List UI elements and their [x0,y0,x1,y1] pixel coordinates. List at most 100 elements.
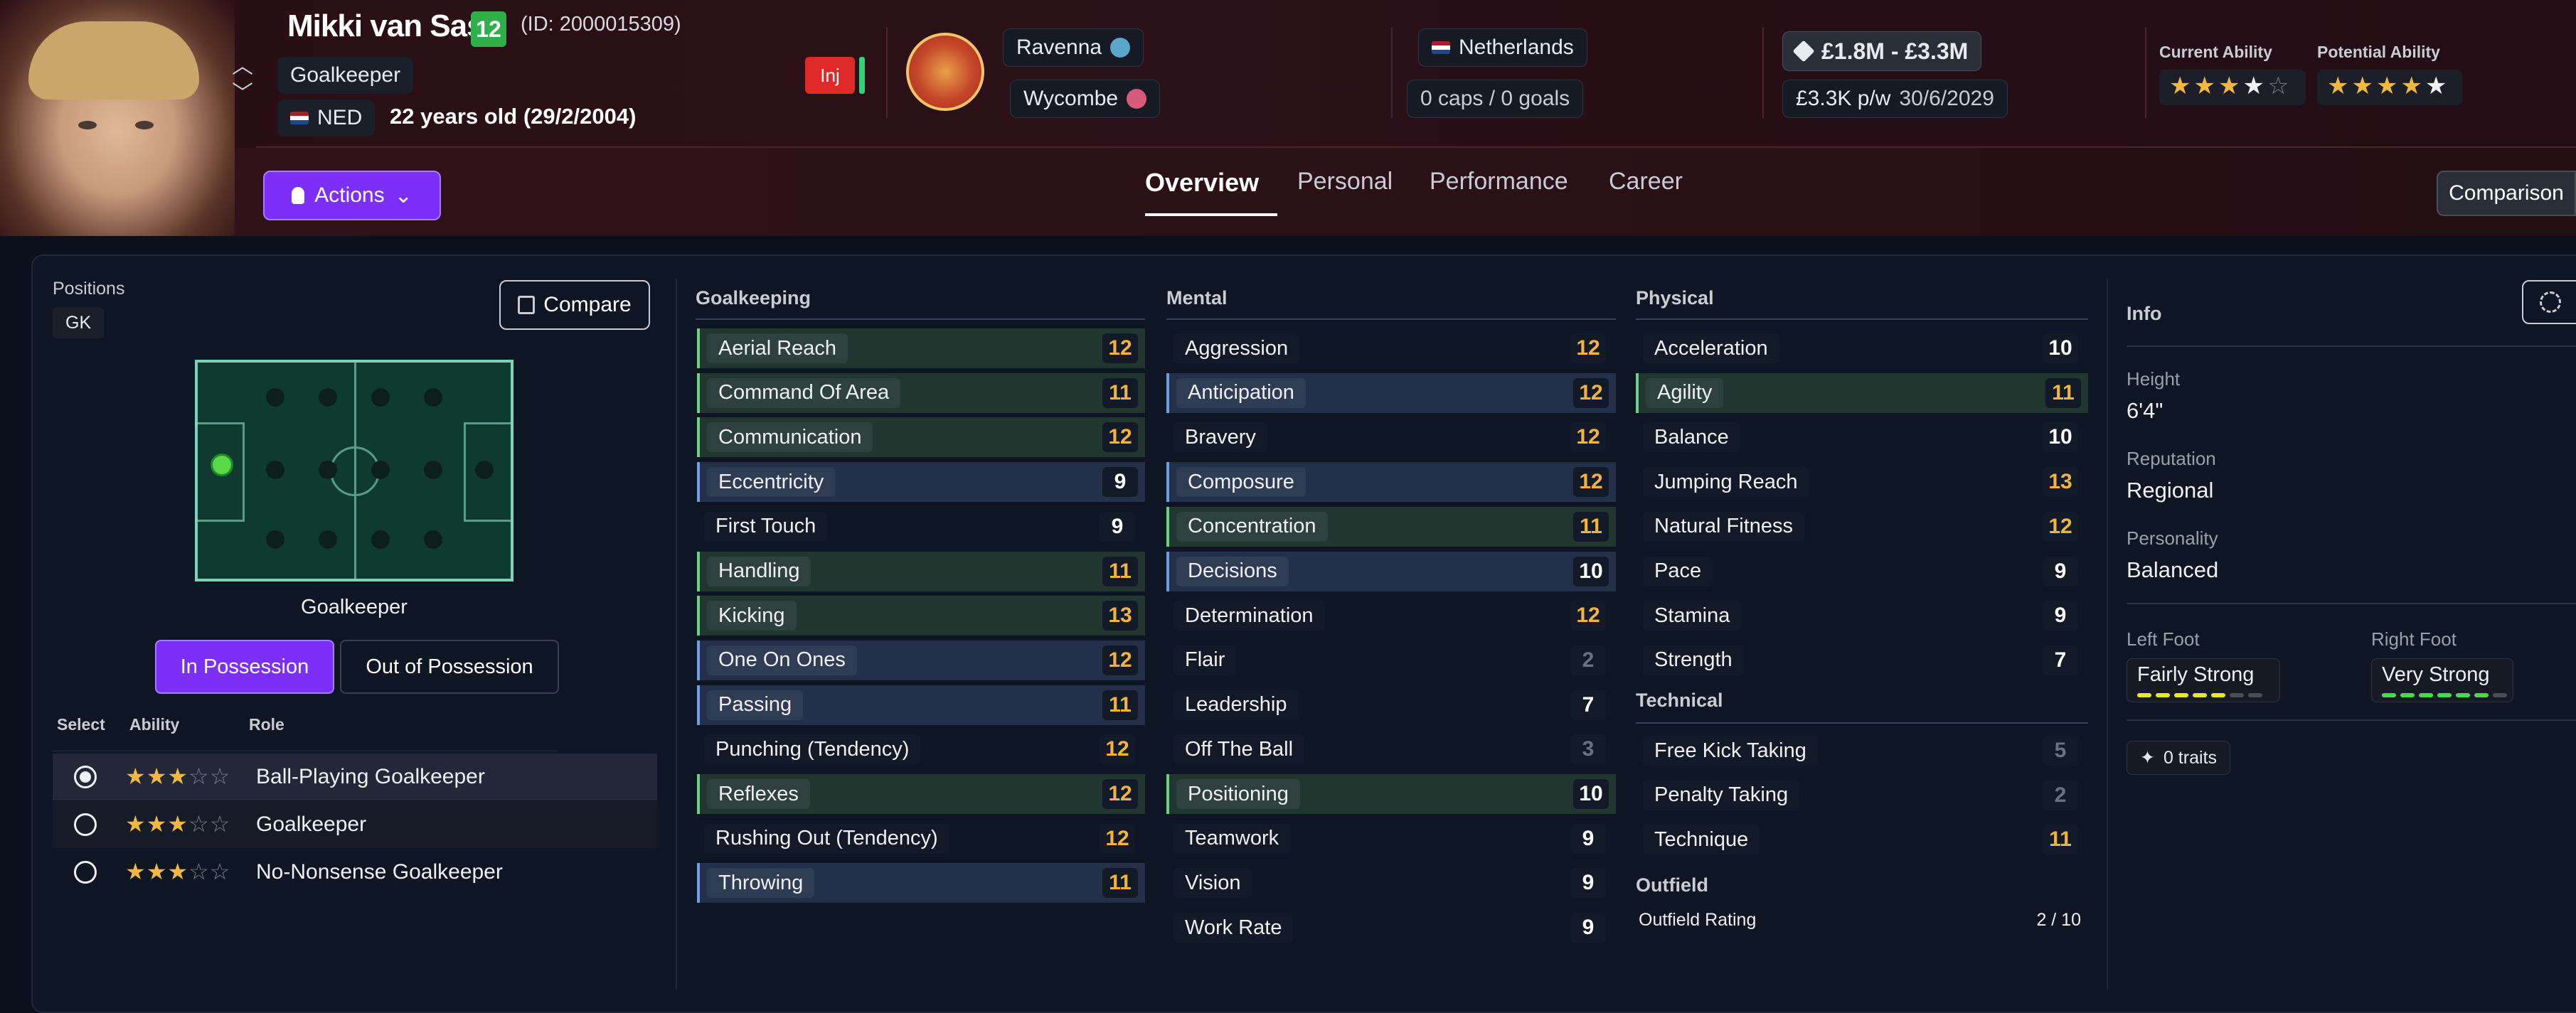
technical-attr-row[interactable]: Free Kick Taking 5 [1636,731,2088,771]
goalkeeping-attr-row[interactable]: Reflexes 12 [697,774,1145,814]
physical-attr-row[interactable]: Pace 9 [1636,552,2088,591]
goalkeeping-attr-row[interactable]: Punching (Tendency) 12 [697,729,1145,769]
mental-attr-row[interactable]: Work Rate 9 [1166,908,1616,948]
pitch-position-dot[interactable] [424,530,442,549]
actions-button[interactable]: Actions ⌄ [263,171,441,220]
info-settings-button[interactable] [2522,280,2576,324]
mental-attr-row[interactable]: Decisions 10 [1166,551,1616,591]
goalkeeping-attr-row[interactable]: Aerial Reach 12 [697,328,1145,368]
outfield-rating-label: Outfield Rating [1639,910,1757,930]
physical-attr-row[interactable]: Strength 7 [1636,641,2088,680]
pitch-position-dot[interactable] [266,530,284,549]
goalkeeping-attr-row[interactable]: Throwing 11 [697,863,1145,904]
mental-attr-row[interactable]: Concentration 11 [1166,506,1616,547]
technical-attr-row[interactable]: Technique 11 [1636,820,2088,859]
tab-overview[interactable]: Overview [1145,168,1259,198]
physical-attr-row[interactable]: Balance 10 [1636,417,2088,457]
physical-attr-row[interactable]: Agility 11 [1636,372,2088,413]
tab-personal[interactable]: Personal [1297,168,1393,195]
goalkeeping-attr-value: 11 [1102,377,1138,408]
club-crest-icon[interactable] [906,33,984,111]
physical-attr-row[interactable]: Natural Fitness 12 [1636,507,2088,547]
pitch-gk-dot-active[interactable] [211,454,233,476]
left-foot-label: Left Foot [2127,628,2200,650]
pitch-position-dot[interactable] [371,461,390,479]
star-icon: ★ [146,859,167,884]
mental-attr-value: 9 [1570,913,1606,943]
physical-attr-row[interactable]: Acceleration 10 [1636,328,2088,368]
physical-attr-row[interactable]: Jumping Reach 13 [1636,462,2088,502]
physical-attr-value: 12 [2043,511,2078,542]
goalkeeping-attr-row[interactable]: Communication 12 [697,417,1145,458]
pitch[interactable] [195,360,513,581]
club-primary-name: Ravenna [1016,36,1102,59]
pitch-position-dot[interactable] [424,388,442,407]
role-row[interactable]: ★ ★ ★ ☆ ☆ No-Nonsense Goalkeeper [53,849,657,896]
mental-attr-row[interactable]: Flair 2 [1166,641,1616,680]
mental-attr-row[interactable]: Vision 9 [1166,863,1616,903]
in-possession-toggle[interactable]: In Possession [155,640,334,694]
pitch-position-dot[interactable] [424,461,442,479]
comparison-button[interactable]: Comparison [2437,171,2576,216]
club-primary-chip[interactable]: Ravenna [1003,28,1144,67]
mental-attr-label: Bravery [1173,422,1267,453]
mental-attr-row[interactable]: Composure 12 [1166,462,1616,503]
pitch-position-dot[interactable] [319,461,337,479]
physical-attr-row[interactable]: Stamina 9 [1636,596,2088,636]
mental-attr-row[interactable]: Off The Ball 3 [1166,729,1616,769]
chevron-down-icon: ⌄ [394,183,413,208]
pitch-position-dot[interactable] [319,388,337,407]
physical-attr-label: Stamina [1643,601,1742,631]
role-radio[interactable] [74,766,97,788]
injury-badge[interactable]: Inj [805,57,855,94]
role-name: No-Nonsense Goalkeeper [256,860,503,884]
mental-attr-row[interactable]: Bravery 12 [1166,417,1616,457]
physical-attr-label: Strength [1643,645,1744,675]
value-chip[interactable]: £1.8M - £3.3M [1782,31,1982,71]
physical-attr-value: 10 [2043,333,2078,363]
mental-attr-row[interactable]: Determination 12 [1166,596,1616,636]
potential-ability-stars: ★ ★ ★ ★ ★ [2317,70,2462,105]
goalkeeping-attr-row[interactable]: Command Of Area 11 [697,372,1145,413]
goalkeeping-attr-row[interactable]: Passing 11 [697,685,1145,725]
pitch-position-dot[interactable] [475,461,494,479]
goalkeeping-attr-row[interactable]: Handling 11 [697,551,1145,591]
tab-performance[interactable]: Performance [1430,168,1568,195]
goalkeeping-attr-row[interactable]: Kicking 13 [697,596,1145,636]
out-of-possession-toggle[interactable]: Out of Possession [340,640,559,694]
mental-attr-row[interactable]: Leadership 7 [1166,685,1616,725]
pitch-position-dot[interactable] [266,388,284,407]
star-icon: ☆ [209,859,230,884]
role-radio[interactable] [74,861,97,884]
goalkeeping-attr-row[interactable]: Rushing Out (Tendency) 12 [697,819,1145,859]
traits-chip[interactable]: ✦ 0 traits [2127,741,2230,775]
mental-attr-row[interactable]: Anticipation 12 [1166,372,1616,413]
star-icon: ★ [167,811,188,837]
mental-attr-value: 7 [1570,690,1606,720]
mental-attr-row[interactable]: Aggression 12 [1166,328,1616,368]
role-row[interactable]: ★ ★ ★ ☆ ☆ Goalkeeper [53,801,657,848]
nation-name-chip[interactable]: Netherlands [1418,28,1587,67]
pitch-position-dot[interactable] [266,461,284,479]
club-loan-chip[interactable]: Wycombe [1010,80,1161,118]
pitch-position-dot[interactable] [371,530,390,549]
position-chip: Goalkeeper [277,57,414,94]
technical-attr-row[interactable]: Penalty Taking 2 [1636,776,2088,815]
mental-attr-row[interactable]: Positioning 10 [1166,774,1616,814]
mental-attr-row[interactable]: Teamwork 9 [1166,819,1616,859]
pitch-position-dot[interactable] [371,388,390,407]
star-icon: ☆ [209,763,230,789]
goalkeeping-attr-label: Eccentricity [707,467,836,498]
portrait-hair [28,21,199,100]
role-row[interactable]: ★ ★ ★ ☆ ☆ Ball-Playing Goalkeeper [53,754,657,800]
goalkeeping-attr-row[interactable]: One On Ones 12 [697,640,1145,680]
chevron-down-icon[interactable]: ﹀ [232,75,253,107]
pitch-position-dot[interactable] [319,530,337,549]
goalkeeping-attr-row[interactable]: First Touch 9 [697,507,1145,547]
tab-career[interactable]: Career [1609,168,1683,195]
goalkeeping-attr-row[interactable]: Eccentricity 9 [697,462,1145,503]
compare-button[interactable]: Compare [499,280,650,330]
goalkeeping-attr-value: 13 [1102,601,1138,631]
role-radio[interactable] [74,813,97,836]
player-id: (ID: 2000015309) [521,13,681,36]
